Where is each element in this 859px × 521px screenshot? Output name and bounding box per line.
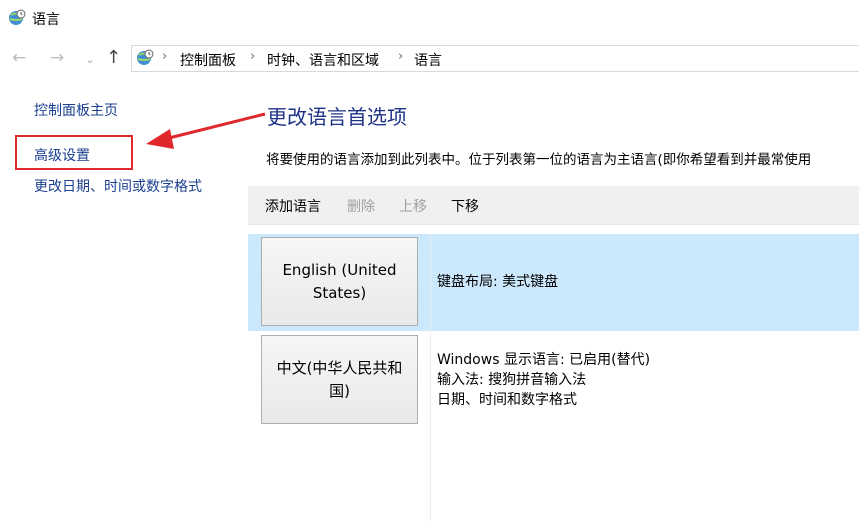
breadcrumb-item-language[interactable]: 语言 xyxy=(414,50,442,70)
back-arrow-icon[interactable]: ← xyxy=(12,48,26,68)
date-time-format-detail: 日期、时间和数字格式 xyxy=(437,392,577,408)
keyboard-layout-detail: 键盘布局: 美式键盘 xyxy=(437,274,559,290)
globe-clock-icon xyxy=(137,49,154,65)
sidebar-link-change-date-time-format[interactable]: 更改日期、时间或数字格式 xyxy=(34,176,202,196)
sidebar-link-control-panel-home[interactable]: 控制面板主页 xyxy=(34,100,118,120)
breadcrumb-separator[interactable]: › xyxy=(250,49,255,64)
breadcrumb-separator[interactable]: › xyxy=(398,49,403,64)
title-bar: 语言 xyxy=(0,0,859,36)
remove-language-button[interactable]: 删除 xyxy=(347,196,375,216)
breadcrumb-item-clock-language-region[interactable]: 时钟、语言和区域 xyxy=(267,50,379,70)
page-description: 将要使用的语言添加到此列表中。位于列表第一位的语言为主语言(即你希望看到并最常使… xyxy=(266,152,812,168)
breadcrumb-separator[interactable]: › xyxy=(162,49,167,64)
address-bar[interactable]: › 控制面板 › 时钟、语言和区域 › 语言 xyxy=(131,45,859,72)
breadcrumb-item-control-panel[interactable]: 控制面板 xyxy=(180,50,236,70)
globe-clock-icon xyxy=(9,9,26,25)
language-button-chinese[interactable]: 中文(中华人民共和国) xyxy=(261,335,418,424)
input-method-detail: 输入法: 搜狗拼音输入法 xyxy=(437,372,587,388)
forward-arrow-icon[interactable]: → xyxy=(50,48,64,68)
language-button-english[interactable]: English (United States) xyxy=(261,237,418,326)
add-language-button[interactable]: 添加语言 xyxy=(265,196,321,216)
move-up-button[interactable]: 上移 xyxy=(399,196,427,216)
column-divider xyxy=(430,234,431,521)
sidebar-link-advanced-settings[interactable]: 高级设置 xyxy=(34,145,90,165)
window-title: 语言 xyxy=(32,12,60,28)
display-language-detail: Windows 显示语言: 已启用(替代) xyxy=(437,352,651,368)
up-arrow-icon[interactable]: ↑ xyxy=(106,48,121,68)
language-row-english[interactable]: English (United States) 键盘布局: 美式键盘 xyxy=(248,234,859,331)
language-toolbar: 添加语言 删除 上移 下移 xyxy=(248,186,859,225)
recent-locations-chevron-icon[interactable]: ⌄ xyxy=(86,51,94,71)
language-row-chinese[interactable]: 中文(中华人民共和国) Windows 显示语言: 已启用(替代) 输入法: 搜… xyxy=(248,331,859,428)
move-down-button[interactable]: 下移 xyxy=(451,196,479,216)
page-heading: 更改语言首选项 xyxy=(267,105,407,129)
